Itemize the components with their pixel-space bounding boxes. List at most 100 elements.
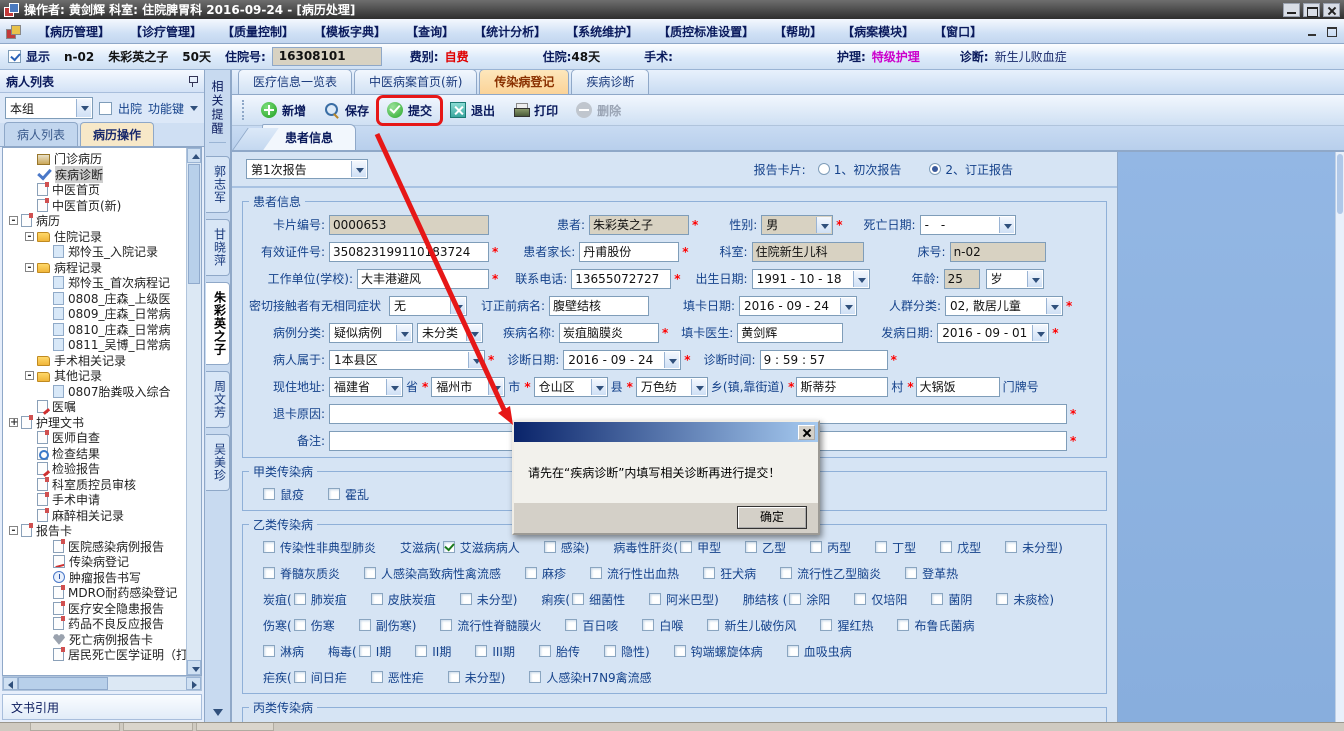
disease-option[interactable]: 细菌性: [572, 591, 625, 608]
death-date-select[interactable]: - -: [919, 214, 1016, 235]
diagnosis-date-select[interactable]: 2016 - 09 - 24: [563, 349, 682, 370]
checkbox[interactable]: [364, 567, 377, 579]
disease-option[interactable]: 未痰检): [996, 591, 1054, 608]
tree-item[interactable]: - 病历: [5, 213, 185, 229]
tree-item[interactable]: 医疗安全隐患报告: [5, 600, 185, 617]
chevron-down-icon[interactable]: [1032, 324, 1048, 341]
checkbox[interactable]: [897, 619, 910, 631]
tree-item[interactable]: - 其他记录: [5, 368, 185, 384]
disease-option[interactable]: 丁型: [875, 539, 916, 556]
disease-option[interactable]: 流行性腮腺炎: [364, 722, 453, 723]
disease-option[interactable]: 流行性和地方性斑疹伤寒: [756, 722, 905, 723]
patient-tab[interactable]: 周文芳: [205, 371, 230, 428]
guardian-input[interactable]: [579, 241, 680, 262]
checkbox[interactable]: [447, 671, 460, 683]
tab-patient-info[interactable]: 患者信息: [262, 124, 357, 150]
town-select[interactable]: 万色纺: [635, 376, 708, 397]
disease-option[interactable]: 阿米巴型): [649, 591, 719, 608]
checkbox[interactable]: [673, 645, 686, 657]
disease-option[interactable]: 甲型: [680, 539, 721, 556]
close-icon[interactable]: [798, 424, 815, 440]
age-unit-select[interactable]: 岁: [985, 268, 1044, 289]
disease-option[interactable]: 急性出血性结膜炎: [542, 722, 655, 723]
disease-option[interactable]: I期: [358, 643, 391, 660]
birth-date-select[interactable]: 1991 - 10 - 18: [751, 268, 870, 289]
menu-item[interactable]: 【统计分析】: [464, 20, 556, 43]
chevron-down-icon[interactable]: [590, 378, 606, 395]
checkbox[interactable]: [263, 541, 275, 553]
checkbox[interactable]: [415, 645, 428, 657]
chevron-down-icon[interactable]: [1026, 270, 1042, 287]
document-tab[interactable]: 医疗信息一览表: [238, 70, 353, 94]
patient-tab[interactable]: 郭志军: [205, 156, 230, 213]
sidebar-tab-patient-list[interactable]: 病人列表: [4, 122, 79, 146]
county-select[interactable]: 仓山区: [533, 376, 608, 397]
disease-option[interactable]: 病毒性肝炎(: [613, 539, 678, 556]
tree-expander-icon[interactable]: +: [9, 417, 18, 427]
disease-option[interactable]: 布鲁氏菌病: [897, 617, 974, 634]
village-input[interactable]: [796, 376, 889, 397]
tree-item[interactable]: 0809_庄森_日常病: [5, 306, 185, 322]
chevron-down-icon[interactable]: [76, 99, 91, 117]
chevron-down-icon[interactable]: [396, 324, 411, 341]
checkbox[interactable]: [293, 619, 306, 631]
checkbox[interactable]: [603, 645, 616, 657]
tree-item[interactable]: - 住院记录: [5, 229, 185, 245]
disease-option[interactable]: 流行性感冒: [263, 722, 340, 723]
disease-option[interactable]: 流行性乙型脑炎: [780, 565, 881, 582]
menu-item[interactable]: 【病历管理】: [28, 20, 120, 43]
chevron-down-icon[interactable]: [852, 270, 868, 287]
toolbar-button[interactable]: 删除: [569, 99, 628, 122]
tree-item[interactable]: 手术申请: [5, 492, 185, 508]
discharge-checkbox[interactable]: [99, 101, 112, 115]
age-input[interactable]: [943, 268, 980, 289]
tree-item[interactable]: 郑怜玉_入院记录: [5, 244, 185, 260]
close-icon[interactable]: [1323, 2, 1340, 17]
chevron-down-icon[interactable]: [998, 216, 1014, 233]
patient-belong-select[interactable]: 1本县区: [329, 349, 485, 370]
scroll-left-icon[interactable]: [3, 677, 18, 690]
tree-item[interactable]: 中医首页(新): [5, 197, 185, 214]
disease-option[interactable]: 新生儿破伤风: [707, 617, 796, 634]
disease-option[interactable]: 恶性疟: [370, 669, 424, 686]
group-select[interactable]: 本组: [5, 97, 93, 119]
menu-item[interactable]: 【查询】: [396, 20, 464, 43]
checkbox[interactable]: [940, 541, 953, 553]
checkbox[interactable]: [1005, 541, 1018, 553]
disease-option[interactable]: 胎传: [538, 643, 580, 660]
city-select[interactable]: 福州市: [431, 376, 506, 397]
menu-item[interactable]: 【模板字典】: [304, 20, 396, 43]
checkbox[interactable]: [875, 541, 888, 553]
scroll-thumb[interactable]: [18, 677, 108, 690]
disease-option[interactable]: 皮肤炭疽: [370, 591, 436, 608]
tree-item[interactable]: 手术相关记录: [5, 353, 185, 369]
scroll-up-icon[interactable]: [187, 148, 201, 163]
maximize-icon[interactable]: [1303, 2, 1320, 17]
document-tab[interactable]: 传染病登记: [479, 70, 570, 94]
tree-item[interactable]: 0811_吴博_日常病: [5, 337, 185, 353]
checkbox[interactable]: [543, 541, 556, 553]
checkbox[interactable]: [780, 567, 793, 579]
disease-option[interactable]: 肺炭疽: [293, 591, 347, 608]
checkbox[interactable]: [680, 541, 693, 553]
disease-option[interactable]: 未分型): [459, 591, 517, 608]
disease-option[interactable]: 丙型: [810, 539, 851, 556]
tree-item[interactable]: + 护理文书: [5, 414, 185, 431]
disease-option[interactable]: 间日疟: [293, 669, 347, 686]
tree-item[interactable]: 检验报告: [5, 461, 185, 477]
tree-expander-icon[interactable]: -: [25, 371, 34, 381]
disease-option[interactable]: 风疹: [477, 722, 518, 723]
checkbox[interactable]: [810, 541, 823, 553]
checkbox[interactable]: [572, 593, 585, 605]
scroll-right-icon[interactable]: [186, 677, 201, 690]
work-unit-input[interactable]: [357, 268, 489, 289]
case-class-select-2[interactable]: 未分类: [417, 322, 483, 343]
disease-option[interactable]: 戊型: [940, 539, 981, 556]
department-input[interactable]: [751, 241, 864, 262]
checkbox[interactable]: [442, 541, 455, 553]
fill-doctor-input[interactable]: [737, 322, 844, 343]
checkbox[interactable]: [786, 645, 799, 657]
tree-item[interactable]: 医嘱: [5, 399, 185, 415]
disease-option[interactable]: 淋病: [263, 643, 304, 660]
tree-item[interactable]: 郑怜玉_首次病程记: [5, 275, 185, 291]
